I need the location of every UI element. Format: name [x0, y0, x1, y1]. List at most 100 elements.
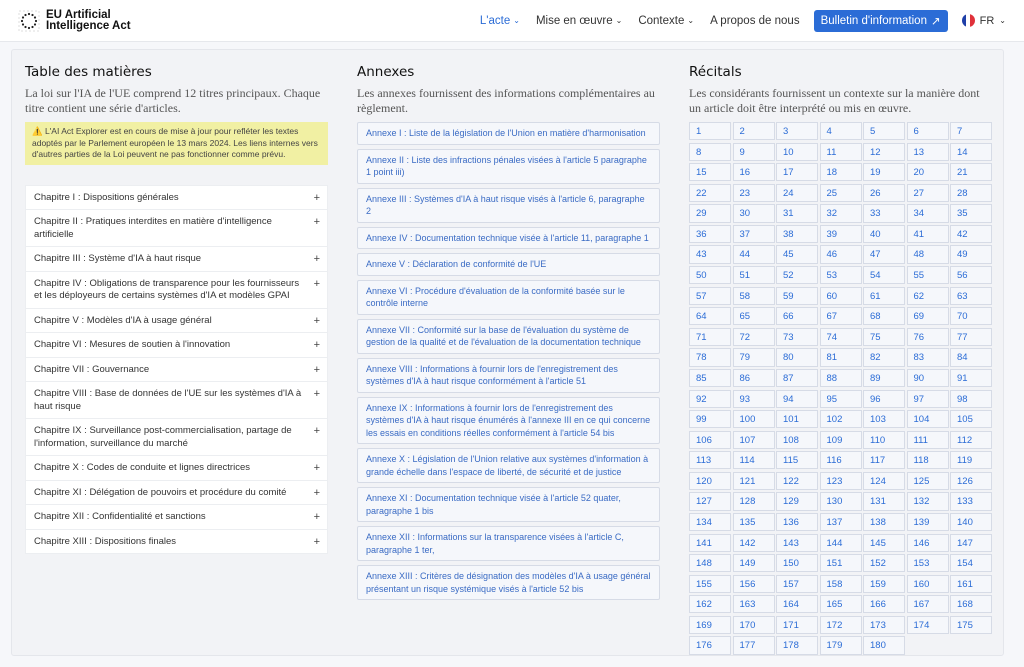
recital-link[interactable]: 74	[819, 327, 862, 346]
recital-link[interactable]: 91	[950, 368, 992, 388]
recital-link[interactable]: 166	[863, 595, 905, 614]
recital-link[interactable]: 71	[689, 327, 731, 346]
recital-link[interactable]: 32	[819, 204, 862, 223]
recital-link[interactable]: 154	[950, 554, 992, 573]
annex-link[interactable]: Annexe VI : Procédure d'évaluation de la…	[357, 279, 660, 315]
recital-link[interactable]: 135	[732, 512, 775, 532]
recital-link[interactable]: 101	[776, 410, 818, 429]
recital-link[interactable]: 78	[689, 348, 731, 367]
recital-link[interactable]: 147	[950, 533, 992, 552]
recital-link[interactable]: 176	[689, 636, 731, 655]
recital-link[interactable]: 69	[906, 307, 949, 326]
recital-link[interactable]: 8	[689, 142, 731, 161]
recital-link[interactable]: 24	[776, 183, 818, 202]
recital-link[interactable]: 12	[863, 142, 905, 161]
recital-link[interactable]: 179	[819, 636, 862, 655]
recital-link[interactable]: 42	[950, 224, 992, 244]
recital-link[interactable]: 92	[689, 389, 731, 408]
recital-link[interactable]: 167	[906, 595, 949, 614]
recital-link[interactable]: 5	[863, 122, 905, 141]
recital-link[interactable]: 165	[819, 595, 862, 614]
annex-link[interactable]: Annexe IV : Documentation technique visé…	[357, 226, 660, 249]
recital-link[interactable]: 124	[863, 471, 905, 491]
recital-link[interactable]: 59	[776, 286, 818, 305]
toc-chapter-item[interactable]: Chapitre II : Pratiques interdites en ma…	[26, 210, 327, 247]
recital-link[interactable]: 28	[950, 183, 992, 202]
recital-link[interactable]: 15	[689, 163, 731, 182]
recital-link[interactable]: 16	[732, 163, 775, 182]
recital-link[interactable]: 40	[863, 224, 905, 244]
recital-link[interactable]: 41	[906, 224, 949, 244]
toc-chapter-item[interactable]: Chapitre IV : Obligations de transparenc…	[26, 272, 327, 309]
recital-link[interactable]: 80	[776, 348, 818, 367]
recital-link[interactable]: 89	[863, 368, 905, 388]
recital-link[interactable]: 113	[689, 451, 731, 470]
recital-link[interactable]: 132	[906, 492, 949, 511]
recital-link[interactable]: 62	[906, 286, 949, 305]
recital-link[interactable]: 19	[863, 163, 905, 182]
recital-link[interactable]: 26	[863, 183, 905, 202]
recital-link[interactable]: 145	[863, 533, 905, 552]
recital-link[interactable]: 44	[732, 245, 775, 264]
recital-link[interactable]: 139	[906, 512, 949, 532]
recital-link[interactable]: 116	[819, 451, 862, 470]
recital-link[interactable]: 95	[819, 389, 862, 408]
toc-chapter-item[interactable]: Chapitre XII : Confidentialité et sancti…	[26, 505, 327, 530]
annex-link[interactable]: Annexe IX : Informations à fournir lors …	[357, 396, 660, 444]
recital-link[interactable]: 161	[950, 574, 992, 593]
annex-link[interactable]: Annexe X : Législation de l'Union relati…	[357, 448, 660, 483]
annex-link[interactable]: Annexe VII : Conformité sur la base de l…	[357, 318, 660, 354]
recital-link[interactable]: 85	[689, 368, 731, 388]
recital-link[interactable]: 100	[732, 410, 775, 429]
recital-link[interactable]: 54	[863, 266, 905, 285]
recital-link[interactable]: 46	[819, 245, 862, 264]
recital-link[interactable]: 88	[819, 368, 862, 388]
recital-link[interactable]: 172	[819, 615, 862, 635]
recital-link[interactable]: 51	[732, 266, 775, 285]
recital-link[interactable]: 77	[950, 327, 992, 346]
bulletin-button[interactable]: Bulletin d'information ↗	[813, 9, 948, 32]
recital-link[interactable]: 121	[732, 471, 775, 491]
recital-link[interactable]: 22	[689, 183, 731, 202]
recital-link[interactable]: 31	[776, 204, 818, 223]
annex-link[interactable]: Annexe XI : Documentation technique visé…	[357, 487, 660, 522]
toc-chapter-item[interactable]: Chapitre X : Codes de conduite et lignes…	[26, 456, 327, 481]
nav-item-1[interactable]: Mise en œuvre ⌄	[528, 15, 630, 27]
annex-link[interactable]: Annexe V : Déclaration de conformité de …	[357, 253, 660, 276]
recital-link[interactable]: 102	[819, 410, 862, 429]
recital-link[interactable]: 146	[906, 533, 949, 552]
recital-link[interactable]: 4	[819, 122, 862, 141]
recital-link[interactable]: 133	[950, 492, 992, 511]
recital-link[interactable]: 163	[732, 595, 775, 614]
recital-link[interactable]: 9	[732, 142, 775, 161]
recital-link[interactable]: 131	[863, 492, 905, 511]
recital-link[interactable]: 143	[776, 533, 818, 552]
toc-chapter-item[interactable]: Chapitre VI : Mesures de soutien à l'inn…	[26, 333, 327, 358]
recital-link[interactable]: 125	[906, 471, 949, 491]
recital-link[interactable]: 129	[776, 492, 818, 511]
recital-link[interactable]: 34	[906, 204, 949, 223]
recital-link[interactable]: 6	[906, 122, 949, 141]
recital-link[interactable]: 162	[689, 595, 731, 614]
toc-chapter-item[interactable]: Chapitre I : Dispositions générales +	[26, 186, 327, 210]
recital-link[interactable]: 53	[819, 266, 862, 285]
recital-link[interactable]: 134	[689, 512, 731, 532]
recital-link[interactable]: 17	[776, 163, 818, 182]
recital-link[interactable]: 140	[950, 512, 992, 532]
recital-link[interactable]: 30	[732, 204, 775, 223]
recital-link[interactable]: 112	[950, 430, 992, 449]
recital-link[interactable]: 3	[776, 122, 818, 141]
recital-link[interactable]: 36	[689, 224, 731, 244]
recital-link[interactable]: 64	[689, 307, 731, 326]
recital-link[interactable]: 7	[950, 122, 992, 141]
recital-link[interactable]: 10	[776, 142, 818, 161]
recital-link[interactable]: 171	[776, 615, 818, 635]
annex-link[interactable]: Annexe III : Systèmes d'IA à haut risque…	[357, 187, 660, 223]
recital-link[interactable]: 68	[863, 307, 905, 326]
recital-link[interactable]: 144	[819, 533, 862, 552]
recital-link[interactable]: 156	[732, 574, 775, 593]
recital-link[interactable]: 83	[906, 348, 949, 367]
recital-link[interactable]: 33	[863, 204, 905, 223]
recital-link[interactable]: 20	[906, 163, 949, 182]
recital-link[interactable]: 57	[689, 286, 731, 305]
